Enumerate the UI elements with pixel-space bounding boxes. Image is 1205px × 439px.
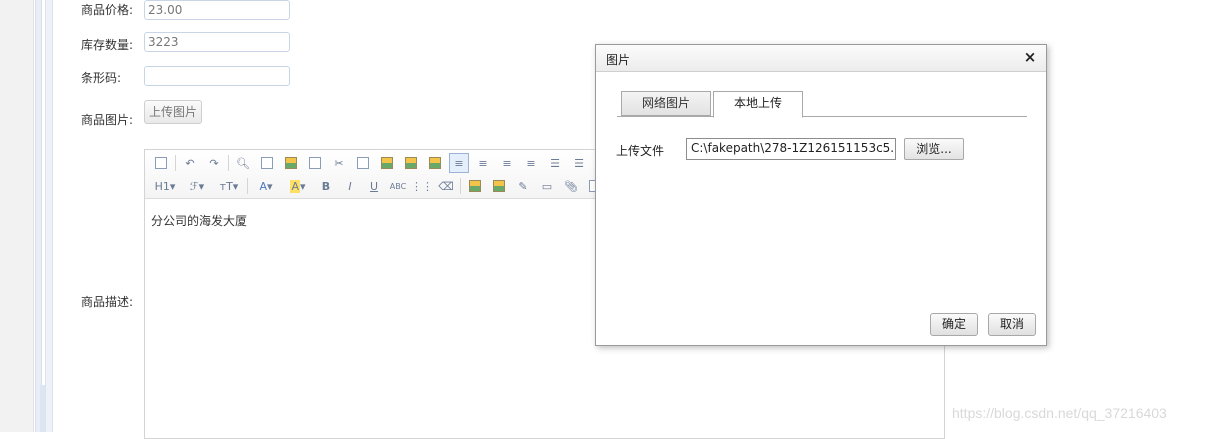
- left-panel: [0, 0, 34, 432]
- underline-glyph: U: [369, 179, 379, 193]
- left-rail: [35, 0, 42, 432]
- ordered-list-icon[interactable]: ☰: [545, 153, 565, 173]
- forecolor-glyph: A: [259, 179, 267, 193]
- upload-image-button[interactable]: 上传图片: [144, 100, 202, 124]
- print-icon[interactable]: [257, 153, 277, 173]
- close-icon[interactable]: ×: [1022, 49, 1038, 65]
- ok-button[interactable]: 确定: [930, 313, 978, 336]
- font-size-dropdown[interactable]: тT ▾: [215, 176, 243, 196]
- cancel-button[interactable]: 取消: [988, 313, 1036, 336]
- align-justify-icon[interactable]: ≡: [521, 153, 541, 173]
- watermark: https://blog.csdn.net/qq_37216403: [952, 405, 1167, 421]
- browse-button[interactable]: 浏览...: [904, 138, 964, 160]
- paste-icon[interactable]: [377, 153, 397, 173]
- cut-icon[interactable]: ✂: [329, 153, 349, 173]
- left-rail-inner: [45, 0, 53, 432]
- cleardoc-icon[interactable]: [305, 153, 325, 173]
- bold-glyph: B: [321, 179, 331, 193]
- insert-image-icon[interactable]: [465, 176, 485, 196]
- video-icon[interactable]: ▭: [537, 176, 557, 196]
- description-label: 商品描述:: [81, 295, 134, 309]
- preview-icon[interactable]: 🔍︎: [233, 153, 253, 173]
- file-path-input[interactable]: C:\fakepath\278-1Z126151153c5.pr: [686, 138, 896, 160]
- hilitecolor-button[interactable]: A ▾: [284, 176, 312, 196]
- strikethrough-button[interactable]: ABC: [388, 176, 408, 196]
- tab-local-upload[interactable]: 本地上传: [713, 91, 803, 118]
- multi-image-icon[interactable]: [489, 176, 509, 196]
- tabs-divider: [617, 116, 1027, 117]
- underline-button[interactable]: U: [364, 176, 384, 196]
- italic-button[interactable]: I: [340, 176, 360, 196]
- size-glyph: тT: [219, 179, 233, 193]
- table-icon[interactable]: ⋮⋮: [411, 176, 433, 196]
- template-icon[interactable]: [281, 153, 301, 173]
- toolbar-row-1: ↶ ↷ 🔍︎ ✂ ≡ ≡ ≡ ≡ ☰ ☰: [151, 153, 593, 173]
- source-icon[interactable]: [151, 153, 171, 173]
- align-right-icon[interactable]: ≡: [497, 153, 517, 173]
- italic-glyph: I: [348, 179, 352, 193]
- toolbar-separator: [247, 178, 248, 194]
- stock-label: 库存数量:: [81, 38, 134, 52]
- barcode-input[interactable]: [144, 66, 290, 86]
- align-center-icon[interactable]: ≡: [473, 153, 493, 173]
- copy-icon[interactable]: [353, 153, 373, 173]
- forecolor-button[interactable]: A ▾: [252, 176, 280, 196]
- hilite-glyph: A: [290, 179, 300, 193]
- stock-input[interactable]: [144, 32, 290, 52]
- price-input[interactable]: [144, 0, 290, 20]
- attachment-icon[interactable]: 📎︎: [561, 176, 581, 196]
- paste-plain-icon[interactable]: [401, 153, 421, 173]
- toolbar-separator: [175, 155, 176, 171]
- toolbar-separator: [228, 155, 229, 171]
- toolbar-row-2: H1 ▾ ℱ ▾ тT ▾ A ▾ A ▾ B I U ABC ⋮⋮ ⌫ ✎ ▭ 📎︎: [151, 176, 609, 196]
- align-left-icon[interactable]: ≡: [449, 153, 469, 173]
- toolbar-separator: [460, 178, 461, 194]
- font-glyph: ℱ: [189, 179, 199, 193]
- image-label: 商品图片:: [81, 113, 134, 127]
- strike-glyph: ABC: [389, 181, 407, 191]
- font-family-dropdown[interactable]: ℱ ▾: [183, 176, 211, 196]
- paste-word-icon[interactable]: [425, 153, 445, 173]
- editor-content[interactable]: 分公司的海发大厦: [151, 212, 247, 229]
- heading-dropdown[interactable]: H1 ▾: [151, 176, 179, 196]
- unordered-list-icon[interactable]: ☰: [569, 153, 589, 173]
- image-dialog: 图片 × 网络图片 本地上传 上传文件 C:\fakepath\278-1Z12…: [595, 44, 1047, 346]
- scrawl-icon[interactable]: ✎: [513, 176, 533, 196]
- eraser-icon[interactable]: ⌫: [436, 176, 456, 196]
- undo-icon[interactable]: ↶: [180, 153, 200, 173]
- heading-glyph: H1: [154, 179, 170, 193]
- upload-file-label: 上传文件: [616, 144, 665, 158]
- dialog-title-bar[interactable]: 图片 ×: [596, 45, 1046, 72]
- barcode-label: 条形码:: [81, 71, 122, 85]
- bold-button[interactable]: B: [316, 176, 336, 196]
- tab-network-image[interactable]: 网络图片: [621, 91, 711, 116]
- redo-icon[interactable]: ↷: [204, 153, 224, 173]
- dialog-title: 图片: [606, 53, 631, 67]
- price-label: 商品价格:: [81, 3, 134, 17]
